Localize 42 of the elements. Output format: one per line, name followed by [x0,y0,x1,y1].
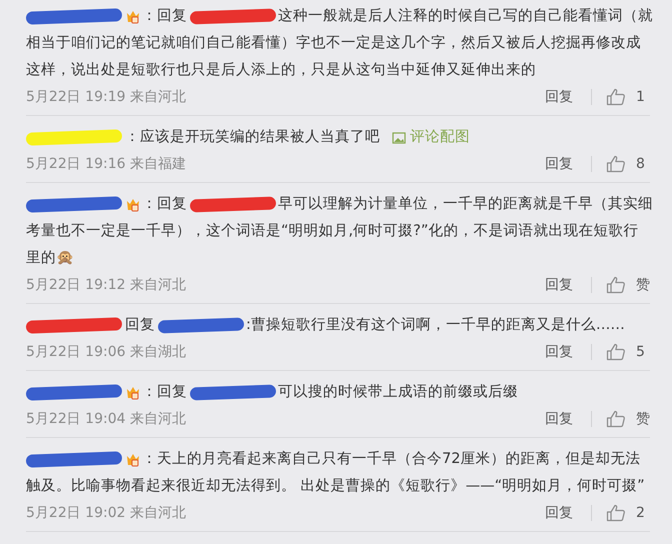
reply-link[interactable]: 回复 [545,343,573,361]
comment-time: 5月22日 19:12 来自河北 [26,276,187,294]
like-button[interactable]: 5 [606,343,650,361]
comment-text: 这样，说出处是短歌行也只是后人添上的，只是从这句当中延伸又延伸出来的 [26,61,536,80]
thumbs-up-icon [606,276,626,294]
thumbs-up-icon [606,410,626,428]
thumbs-up-icon [606,88,626,106]
like-button[interactable]: 8 [606,155,650,173]
reply-prefix: ： [125,128,140,147]
reply-prefix: ：回复 [142,383,187,402]
reply-prefix: ：回复 [142,195,187,214]
comment-text: :曹操短歌行里没有这个词啊，一千早的距离又是什么…… [246,316,625,335]
thumbs-up-icon [606,343,626,361]
comment-text: 这种一般就是后人注释的时候自己写的自己能看懂词（就 [278,7,653,26]
comment-time: 5月22日 19:19 来自河北 [26,88,187,106]
like-button[interactable]: 赞 [606,276,650,294]
reply-link[interactable]: 回复 [545,504,573,522]
comment-text: 考量也不一定是一千早），这个词语是“明明如月,何时可掇?”化的，不是词语就出现在短歌行 [26,222,638,241]
comment-time: 5月22日 19:06 来自湖北 [26,343,187,361]
reply-link[interactable]: 回复 [545,410,573,428]
comment-time: 5月22日 19:04 来自河北 [26,410,187,428]
like-button[interactable]: 1 [606,88,650,106]
reply-prefix: 回复 [125,316,155,335]
like-button[interactable]: 赞 [606,410,650,428]
thumbs-up-icon [606,504,626,522]
reply-prefix: ：回复 [142,7,187,26]
comment-text: 应该是开玩笑编的结果被人当真了吧 [140,128,380,147]
reply-link[interactable]: 回复 [545,155,573,173]
comment-text: 相当于咱们记的笔记就咱们自己能看懂）字也不一定是这几个字，然后又被后人挖掘再修改成 [26,34,641,53]
comment-text: 早可以理解为计量单位，一千早的距离就是千早（其实细 [278,194,653,214]
reply-link[interactable]: 回复 [545,276,573,294]
comment-time: 5月22日 19:02 来自河北 [26,504,187,522]
like-button[interactable]: 2 [606,504,650,522]
reply-link[interactable]: 回复 [545,88,573,106]
comment-text: 里的🙊 [26,249,74,268]
comment-text: 天上的月亮看起来离自己只有一千早（合今72厘米）的距离，但是却无法 [157,450,640,469]
comment-time: 5月22日 19:16 来自福建 [26,155,187,173]
image-icon [392,132,406,144]
thumbs-up-icon [606,155,626,173]
reply-prefix: ： [142,450,157,469]
comment-text: 触及。比喻事物看起来很近却无法得到。 出处是曹操的《短歌行》——“明明如月，何时可掇” [26,477,645,496]
comment-text: 可以搜的时候带上成语的前缀或后缀 [278,383,518,402]
